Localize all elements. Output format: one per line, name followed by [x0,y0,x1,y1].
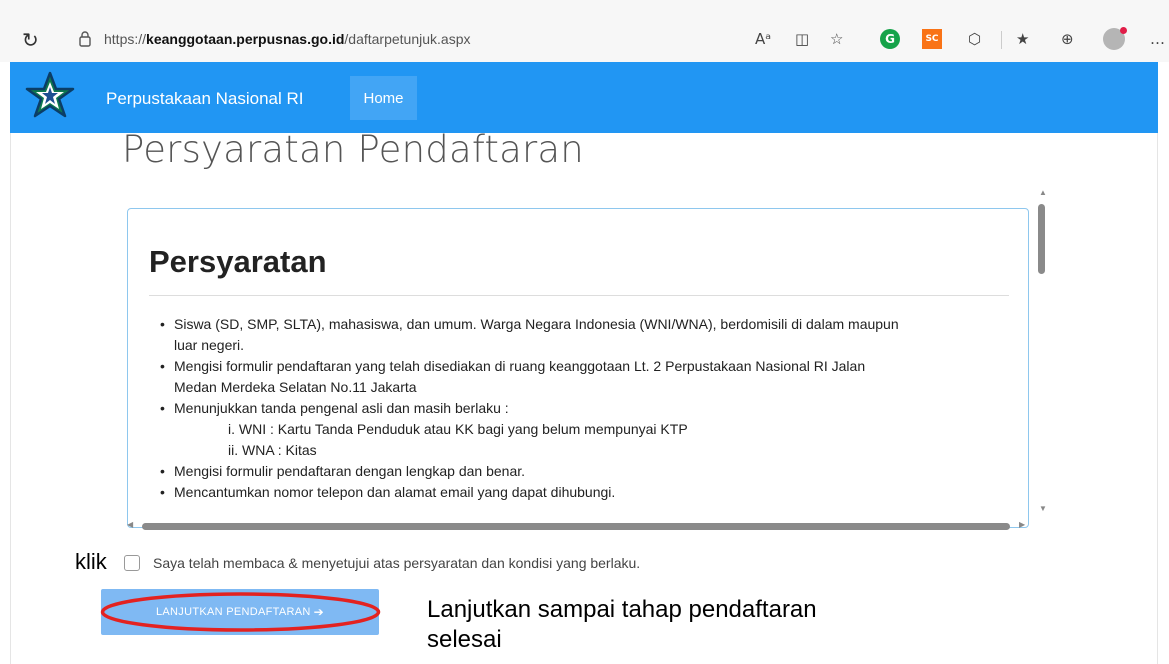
browser-toolbar: ↻ https://keanggotaan.perpusnas.go.id/da… [0,0,1169,62]
toolbar-divider [1001,31,1002,49]
list-item: Mencantumkan nomor telepon dan alamat em… [158,482,1008,503]
split-screen-icon[interactable]: ◫ [795,27,809,51]
site-navbar: Perpustakaan Nasional RI Home [10,62,1158,133]
read-aloud-icon[interactable]: Aᵃ [755,27,771,51]
add-favorite-icon[interactable]: ☆ [830,27,843,51]
list-item-sub: i. WNI : Kartu Tanda Penduduk atau KK ba… [228,421,688,437]
arrow-right-icon: ➔ [313,605,324,619]
more-menu-icon[interactable]: … [1150,27,1165,51]
page-title: Persyaratan Pendaftaran [122,128,584,171]
favorites-list-icon[interactable]: ★ [1016,27,1029,51]
panel-heading: Persyaratan [149,244,327,279]
requirements-list: Siswa (SD, SMP, SLTA), mahasiswa, dan um… [158,314,1008,503]
scrollbar-thumb[interactable] [142,523,1010,530]
annotation-klik: klik [75,549,107,574]
horizontal-scrollbar[interactable]: ◀ ▶ [127,519,1031,533]
list-item: Mengisi formulir pendaftaran dengan leng… [158,461,1008,482]
requirements-panel: Persyaratan Siswa (SD, SMP, SLTA), mahas… [127,208,1029,528]
panel-divider [149,295,1009,296]
vertical-scrollbar[interactable]: ▲ ▼ [1035,188,1051,518]
agree-checkbox[interactable] [124,555,140,571]
continue-button-label: LANJUTKAN PENDAFTARAN [156,606,311,618]
grammarly-icon[interactable]: G [880,29,900,49]
profile-avatar-icon[interactable] [1103,27,1127,50]
scroll-down-icon[interactable]: ▼ [1039,504,1047,513]
sc-extension-icon[interactable]: SC [922,29,942,49]
list-item: Mengisi formulir pendaftaran yang telah … [158,356,1008,398]
site-brand[interactable]: Perpustakaan Nasional RI [106,89,304,109]
scroll-up-icon[interactable]: ▲ [1039,188,1047,197]
scroll-left-icon[interactable]: ◀ [127,520,133,529]
scroll-right-icon[interactable]: ▶ [1019,520,1025,529]
list-item: Menunjukkan tanda pengenal asli dan masi… [158,398,1008,419]
list-item: Siswa (SD, SMP, SLTA), mahasiswa, dan um… [158,314,1008,356]
star-logo-icon[interactable] [24,70,76,122]
continue-registration-button[interactable]: LANJUTKAN PENDAFTARAN ➔ [101,589,379,635]
scrollbar-thumb[interactable] [1038,204,1045,274]
agree-label[interactable]: Saya telah membaca & menyetujui atas per… [153,555,640,571]
nav-home-link[interactable]: Home [350,76,417,120]
list-item-sub: ii. WNA : Kitas [228,442,317,458]
collections-icon[interactable]: ⊕ [1061,27,1074,51]
instruction-annotation: Lanjutkan sampai tahap pendaftaran seles… [427,596,817,653]
extensions-icon[interactable]: ⬡ [968,27,981,51]
